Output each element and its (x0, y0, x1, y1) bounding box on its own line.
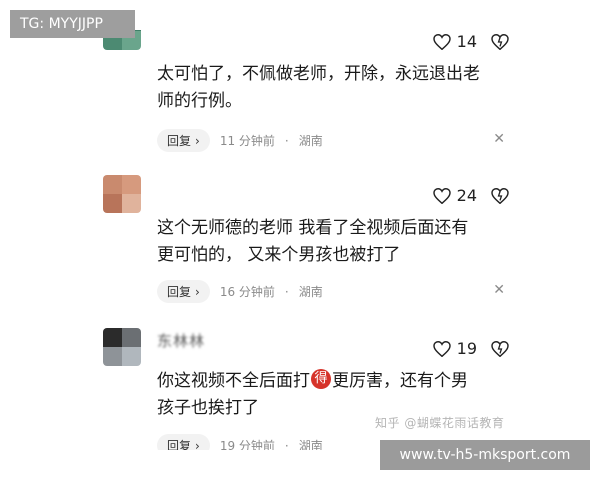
reply-button[interactable]: 回复 › (157, 280, 210, 303)
username[interactable]: 东林林 (157, 330, 205, 351)
comment-actions: 14 (432, 32, 509, 51)
close-icon[interactable]: ✕ (493, 282, 505, 298)
reply-button[interactable]: 回复 › (157, 434, 210, 450)
comment-actions: 24 (432, 186, 509, 205)
dislike-heart-icon[interactable] (491, 340, 509, 357)
dislike-heart-icon[interactable] (491, 187, 509, 204)
like-count: 24 (456, 186, 477, 205)
comment-location: 湖南 (298, 439, 323, 450)
comment-text-line: 太可怕了，不佩做老师，开除，永远退出老 (157, 64, 480, 84)
comment-actions: 19 (432, 339, 509, 358)
comment-time: 19 分钟前 (219, 439, 275, 450)
comment-text-line: 师的行例。 (157, 91, 242, 111)
like-button[interactable]: 19 (432, 339, 477, 358)
comment-text-line: 你这视频不全后面打得更厉害，还有个男 (157, 368, 507, 395)
comment-text-line: 这个无师德的老师 我看了全视频后面还有 (157, 218, 469, 238)
like-count: 14 (456, 32, 477, 51)
like-count: 19 (456, 339, 477, 358)
comment-text: 这个无师德的老师 我看了全视频后面还有 更可怕的， 又来个男孩也被打了 (157, 215, 507, 269)
chevron-right-icon: › (195, 133, 200, 148)
comment-text: 太可怕了，不佩做老师，开除，永远退出老 师的行例。 (157, 61, 507, 115)
comment-text-line: 更可怕的， 又来个男孩也被打了 (157, 245, 401, 265)
reply-label: 回复 (167, 285, 192, 299)
reply-button[interactable]: 回复 › (157, 129, 210, 152)
avatar[interactable] (103, 328, 141, 366)
emoji-badge: 得 (311, 369, 331, 389)
comment-text-segment: 更厉害，还有个男 (332, 371, 468, 391)
comment-meta: 回复 › 19 分钟前 · 湖南 (157, 434, 323, 450)
heart-outline-icon (432, 187, 451, 204)
chevron-right-icon: › (195, 438, 200, 451)
dislike-heart-icon[interactable] (491, 33, 509, 50)
comment-text-segment: 你这视频不全后面打 (157, 371, 310, 391)
comment-time: 11 分钟前 (219, 134, 275, 148)
channel-tag: TG: MYYJJPP (10, 10, 135, 38)
avatar[interactable] (103, 175, 141, 213)
comment-location: 湖南 (298, 134, 323, 148)
watermark: 知乎 @蝴蝶花雨话教育 (375, 416, 505, 430)
separator-dot: · (284, 284, 289, 299)
like-button[interactable]: 24 (432, 186, 477, 205)
separator-dot: · (284, 438, 289, 451)
heart-outline-icon (432, 340, 451, 357)
comment-time: 16 分钟前 (219, 285, 275, 299)
reply-label: 回复 (167, 439, 192, 450)
close-icon[interactable]: ✕ (493, 131, 505, 147)
reply-label: 回复 (167, 134, 192, 148)
heart-outline-icon (432, 33, 451, 50)
comment-location: 湖南 (298, 285, 323, 299)
comment-meta: 回复 › 16 分钟前 · 湖南 (157, 280, 323, 303)
comment-list: 14 太可怕了，不佩做老师，开除，永远退出老 师的行例。 回复 › 11 分钟前… (85, 30, 525, 450)
like-button[interactable]: 14 (432, 32, 477, 51)
site-url-banner: www.tv-h5-mksport.com (380, 440, 590, 470)
separator-dot: · (284, 133, 289, 148)
chevron-right-icon: › (195, 284, 200, 299)
comment-meta: 回复 › 11 分钟前 · 湖南 (157, 129, 323, 152)
